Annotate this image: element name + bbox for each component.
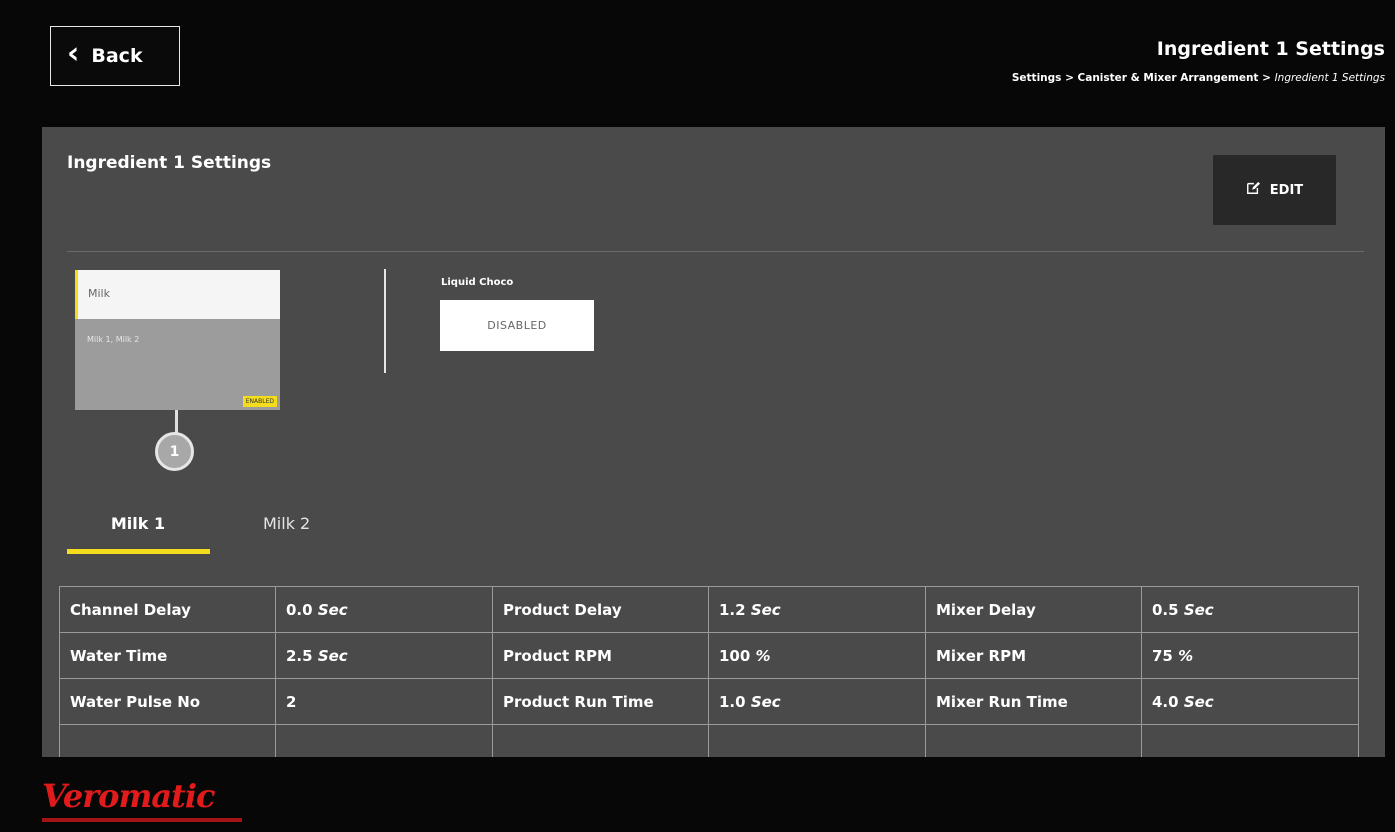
active-tab-indicator (67, 549, 210, 554)
panel-title: Ingredient 1 Settings (67, 153, 272, 173)
param-label: Water Pulse No (59, 678, 276, 725)
chevron-left-icon: ‹ (67, 36, 80, 71)
param-label (492, 724, 709, 757)
tab-milk-2[interactable]: Milk 2 (263, 514, 310, 533)
enabled-badge: ENABLED (242, 396, 277, 407)
liquid-choco-toggle[interactable]: DISABLED (440, 300, 594, 351)
param-value: 1.2 Sec (708, 586, 926, 633)
param-label: Mixer Run Time (925, 678, 1142, 725)
edit-icon (1246, 181, 1260, 199)
param-label: Mixer RPM (925, 632, 1142, 679)
param-value: 75 % (1141, 632, 1359, 679)
vertical-divider (384, 269, 386, 373)
canister-number: 1 (155, 432, 194, 471)
brand-underline (42, 818, 242, 822)
param-value: 4.0 Sec (1141, 678, 1359, 725)
breadcrumb-path: Settings > Canister & Mixer Arrangement … (1011, 72, 1275, 84)
param-label: Product Delay (492, 586, 709, 633)
table-row (59, 724, 1359, 757)
param-value (1141, 724, 1359, 757)
table-row: Water Time 2.5 Sec Product RPM 100 % Mix… (59, 632, 1359, 679)
settings-panel: Ingredient 1 Settings EDIT Milk Milk 1, … (42, 127, 1385, 757)
param-value (275, 724, 493, 757)
divider (67, 251, 1364, 252)
table-row: Channel Delay 0.0 Sec Product Delay 1.2 … (59, 586, 1359, 633)
ingredient-subtitle: Milk 1, Milk 2 (87, 335, 140, 344)
breadcrumb: Settings > Canister & Mixer Arrangement … (1012, 72, 1385, 84)
page-title: Ingredient 1 Settings (1156, 38, 1385, 60)
param-label: Product RPM (492, 632, 709, 679)
param-value: 2 (275, 678, 493, 725)
param-label (59, 724, 276, 757)
connector-line (175, 410, 178, 434)
param-value: 100 % (708, 632, 926, 679)
param-value (708, 724, 926, 757)
param-label: Water Time (59, 632, 276, 679)
edit-label: EDIT (1269, 182, 1304, 198)
param-label: Product Run Time (492, 678, 709, 725)
liquid-choco-label: Liquid Choco (441, 277, 514, 288)
brand-logo: Veromatic (42, 777, 215, 815)
tab-milk-1[interactable]: Milk 1 (67, 514, 209, 533)
param-value: 2.5 Sec (275, 632, 493, 679)
back-label: Back (91, 45, 143, 67)
param-label: Mixer Delay (925, 586, 1142, 633)
param-value: 0.5 Sec (1141, 586, 1359, 633)
edit-button[interactable]: EDIT (1213, 155, 1336, 225)
ingredient-name: Milk (75, 270, 280, 319)
parameters-table: Channel Delay 0.0 Sec Product Delay 1.2 … (59, 586, 1359, 757)
param-value: 1.0 Sec (708, 678, 926, 725)
breadcrumb-current: Ingredient 1 Settings (1274, 72, 1385, 84)
table-row: Water Pulse No 2 Product Run Time 1.0 Se… (59, 678, 1359, 725)
param-value: 0.0 Sec (275, 586, 493, 633)
param-label: Channel Delay (59, 586, 276, 633)
ingredient-card[interactable]: Milk Milk 1, Milk 2 ENABLED (75, 270, 280, 410)
back-button[interactable]: ‹ Back (50, 26, 180, 86)
param-label (925, 724, 1142, 757)
